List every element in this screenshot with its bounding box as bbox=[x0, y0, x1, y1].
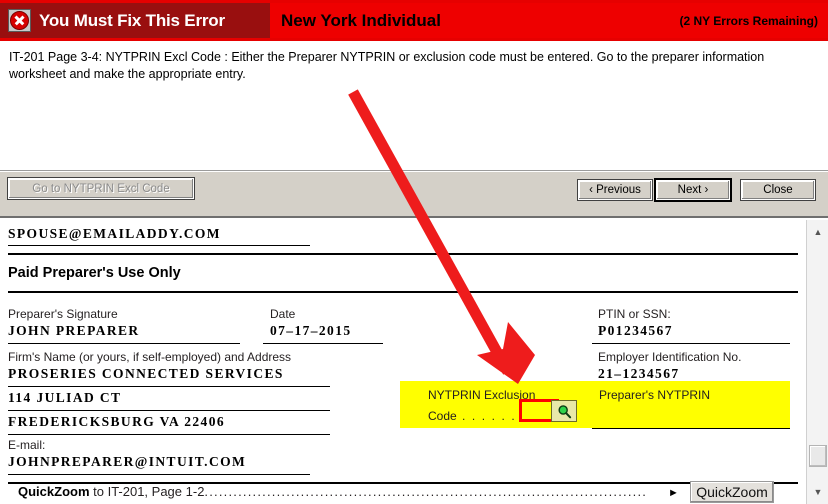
firm-name-label: Firm's Name (or yours, if self-employed)… bbox=[8, 350, 292, 364]
error-message-text: IT-201 Page 3-4: NYTPRIN Excl Code : Eit… bbox=[9, 50, 765, 81]
section-divider-bottom bbox=[8, 291, 798, 293]
goto-nytprin-excl-code-button[interactable]: Go to NYTPRIN Excl Code bbox=[8, 178, 194, 199]
preparer-signature-label: Preparer's Signature bbox=[8, 307, 118, 321]
spouse-email-underline bbox=[8, 245, 310, 246]
preparer-email-value[interactable]: JOHNPREPARER@INTUIT.COM bbox=[8, 454, 246, 470]
firm-address-line2-value[interactable]: FREDERICKSBURG VA 22406 bbox=[8, 414, 225, 430]
nytprin-exclusion-label-line2: Code bbox=[428, 409, 457, 423]
quickzoom-leader-dots: ........................................… bbox=[204, 484, 648, 499]
scroll-down-arrow-icon[interactable]: ▼ bbox=[810, 484, 826, 500]
next-button[interactable]: Next › bbox=[656, 180, 730, 200]
section-heading: Paid Preparer's Use Only bbox=[8, 265, 181, 281]
ein-label: Employer Identification No. bbox=[598, 350, 742, 364]
ptin-ssn-label: PTIN or SSN: bbox=[598, 307, 671, 321]
errors-remaining-count: (2 NY Errors Remaining) bbox=[679, 13, 818, 28]
quickzoom-row[interactable]: QuickZoom to IT-201, Page 1-2...........… bbox=[18, 484, 647, 499]
firm-address-line2-underline bbox=[8, 434, 330, 435]
firm-name-value[interactable]: PROSERIES CONNECTED SERVICES bbox=[8, 366, 284, 382]
error-banner-form-name: New York Individual bbox=[281, 10, 441, 30]
ptin-ssn-value[interactable]: P01234567 bbox=[598, 323, 673, 339]
firm-address-line1-underline bbox=[8, 410, 330, 411]
date-underline bbox=[263, 343, 383, 344]
quickzoom-label: QuickZoom bbox=[18, 484, 90, 499]
section-divider-top bbox=[8, 253, 798, 255]
application-window: You Must Fix This Error New York Individ… bbox=[0, 0, 828, 504]
ptin-ssn-underline bbox=[592, 343, 790, 344]
magnifier-icon[interactable] bbox=[551, 400, 577, 422]
scroll-up-arrow-icon[interactable]: ▲ bbox=[810, 224, 826, 240]
preparer-nytprin-label: Preparer's NYTPRIN bbox=[599, 388, 710, 402]
preparer-email-underline bbox=[8, 474, 310, 475]
preparer-signature-underline bbox=[8, 343, 240, 344]
vertical-scrollbar[interactable]: ▲ ▼ bbox=[806, 220, 828, 504]
spouse-email-value[interactable]: SPOUSE@EMAILADDY.COM bbox=[8, 226, 221, 242]
error-x-icon bbox=[8, 9, 31, 32]
error-banner-left: You Must Fix This Error bbox=[0, 3, 270, 38]
quickzoom-button[interactable]: QuickZoom bbox=[690, 481, 774, 503]
quickzoom-target: to IT-201, Page 1-2 bbox=[89, 484, 205, 499]
email-label: E-mail: bbox=[8, 438, 46, 452]
preparer-signature-value[interactable]: JOHN PREPARER bbox=[8, 323, 140, 339]
close-button[interactable]: Close bbox=[741, 180, 815, 200]
date-label: Date bbox=[270, 307, 296, 321]
date-value[interactable]: 07–17–2015 bbox=[270, 323, 352, 339]
ein-value[interactable]: 21–1234567 bbox=[598, 366, 680, 382]
error-message-panel: IT-201 Page 3-4: NYTPRIN Excl Code : Eit… bbox=[0, 41, 828, 171]
scrollbar-thumb[interactable] bbox=[809, 445, 827, 467]
tax-form-worksheet: SPOUSE@EMAILADDY.COM Paid Preparer's Use… bbox=[0, 220, 806, 504]
error-banner: You Must Fix This Error New York Individ… bbox=[0, 0, 828, 41]
error-banner-title: You Must Fix This Error bbox=[39, 10, 225, 30]
preparer-nytprin-underline bbox=[592, 428, 790, 429]
quickzoom-arrow-icon: ► bbox=[668, 487, 679, 499]
firm-address-line1-value[interactable]: 114 JULIAD CT bbox=[8, 390, 121, 406]
previous-button[interactable]: ‹ Previous bbox=[578, 180, 652, 200]
firm-name-underline bbox=[8, 386, 330, 387]
